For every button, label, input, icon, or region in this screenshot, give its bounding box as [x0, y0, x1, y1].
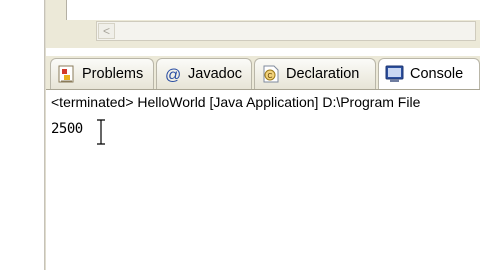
tab-label: Declaration [286, 66, 360, 82]
tab-problems[interactable]: Problems [50, 58, 154, 89]
console-output[interactable]: 2500 [51, 121, 83, 137]
tab-label: Problems [82, 66, 144, 82]
desktop-margin [0, 0, 44, 270]
svg-text:C: C [268, 73, 273, 80]
tab-console[interactable]: Console [378, 58, 480, 89]
svg-text:@: @ [165, 67, 181, 83]
tab-javadoc[interactable]: @ Javadoc [156, 58, 252, 89]
declaration-icon: C [261, 65, 281, 83]
tab-label: Console [410, 66, 464, 82]
views-tab-bar: Problems @ Javadoc C Declaration Console [46, 56, 480, 90]
editor-area: < [46, 0, 480, 48]
horizontal-scrollbar[interactable]: < [96, 21, 476, 41]
console-status-line: <terminated> HelloWorld [Java Applicatio… [51, 94, 421, 110]
problems-icon [57, 65, 77, 83]
console-icon [385, 65, 405, 83]
tab-declaration[interactable]: C Declaration [254, 58, 376, 89]
editor-text-area[interactable] [66, 0, 480, 20]
at-icon: @ [163, 65, 183, 84]
console-view[interactable]: <terminated> HelloWorld [Java Applicatio… [46, 90, 480, 270]
scroll-left-arrow-icon[interactable]: < [98, 23, 115, 39]
text-cursor-icon [96, 119, 106, 145]
tab-label: Javadoc [188, 66, 243, 82]
